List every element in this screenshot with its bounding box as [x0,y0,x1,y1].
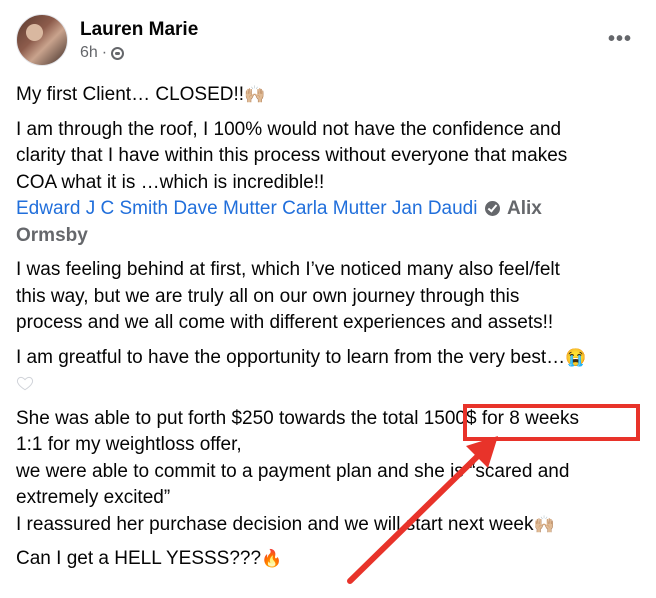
paragraph-5-line-5-text: I reassured her purchase decision and we… [16,513,534,535]
author-name[interactable]: Lauren Marie [80,18,198,42]
paragraph-5-line-4: extremely excited” [16,487,171,508]
paragraph-2-line-1: I am through the roof, I 100% would not … [16,118,562,140]
facebook-post: Lauren Marie 6h · ••• My first Client… C… [0,0,656,598]
avatar[interactable] [16,14,68,66]
raising-hands-icon-2: 🙌🏼 [533,514,555,534]
paragraph-1: My first Client… CLOSED!!🙌🏼 [16,82,644,109]
paragraph-2-line-2: clarity that I have within this process … [16,145,568,166]
globe-icon [111,46,125,60]
paragraph-6: Can I get a HELL YESSS???🔥 [16,546,644,573]
paragraph-3-line-3: process and we all come with different e… [16,312,554,333]
paragraph-4: I am greatful to have the opportunity to… [16,345,644,398]
paragraph-4-line-1: I am greatful to have the opportunity to… [16,345,644,372]
mention-edward-j-c-smith[interactable]: Edward J C Smith [16,198,168,219]
paragraph-2: I am through the roof, I 100% would not … [16,117,644,250]
timestamp-row: 6h · [80,44,198,62]
paragraph-6-text: Can I get a HELL YESSS??? [16,548,262,569]
mention-jan-daudi[interactable]: Jan Daudi [392,198,478,219]
mention-alix-ormsby-cont[interactable]: Ormsby [16,223,644,250]
more-options-icon[interactable]: ••• [608,29,632,49]
verified-icon [484,201,500,216]
separator: · [101,44,108,61]
post-time[interactable]: 6h [80,44,98,62]
paragraph-5-line-5: I reassured her purchase decision and we… [16,512,644,539]
post-body: My first Client… CLOSED!!🙌🏼 I am through… [16,82,644,581]
mentions-line: Edward J C Smith Dave Mutter Carla Mutte… [16,196,644,223]
paragraph-3-line-2: this way, but we are truly all on our ow… [16,285,520,307]
mention-carla-mutter[interactable]: Carla Mutter [282,198,387,219]
crying-face-icon: 😭 [565,347,587,367]
post-meta: Lauren Marie 6h · [80,18,198,62]
raising-hands-icon: 🙌🏼 [244,85,266,104]
white-heart-icon [16,376,34,391]
highlight-box [463,404,640,441]
paragraph-4-text: I am greatful to have the opportunity to… [16,346,566,368]
paragraph-3: I was feeling behind at first, which I’v… [16,257,644,337]
paragraph-2-line-3: COA what it is …which is incredible!! [16,171,325,193]
mention-dave-mutter[interactable]: Dave Mutter [173,198,276,219]
paragraph-4-line-2 [16,371,644,398]
paragraph-5-line-3: we were able to commit to a payment plan… [16,460,570,482]
mention-alix-ormsby[interactable]: Alix [507,198,542,219]
post-header: Lauren Marie 6h · [16,14,198,66]
paragraph-3-line-1: I was feeling behind at first, which I’v… [16,259,560,280]
paragraph-1-text: My first Client… CLOSED!! [16,84,245,105]
fire-icon: 🔥 [261,549,283,568]
